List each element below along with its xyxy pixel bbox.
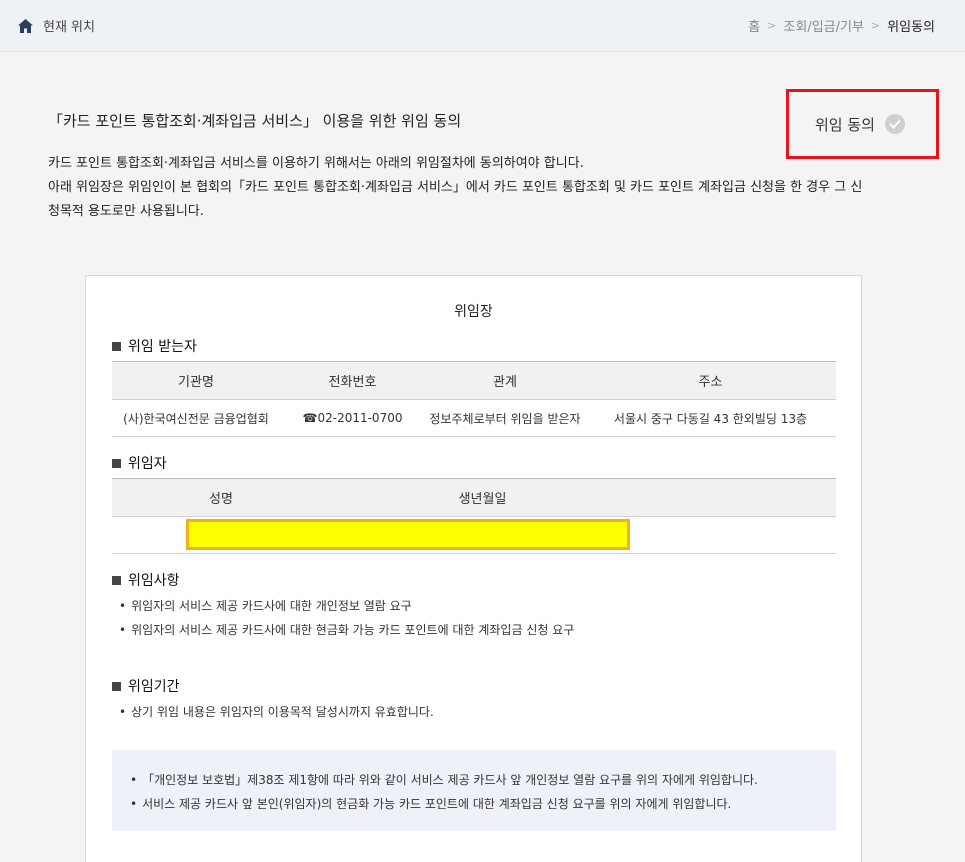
col-header: 관계 — [425, 361, 585, 400]
notice-item: 「개인정보 보호법」제38조 제1항에 따라 위와 같이 서비스 제공 카드사 … — [130, 768, 836, 792]
intro-line: 아래 위임장은 위임인이 본 협회의「카드 포인트 통합조회·계좌입금 서비스」… — [48, 180, 863, 195]
intro-line: 카드 포인트 통합조회·계좌입금 서비스를 이용하기 위해서는 아래의 위임절차… — [48, 156, 584, 171]
breadcrumb: 홈 > 조회/입금/기부 > 위임동의 — [748, 16, 935, 35]
home-icon[interactable] — [18, 18, 33, 33]
matters-heading: 위임사항 — [112, 570, 180, 590]
current-location: 현재 위치 — [18, 16, 95, 35]
cell-empty — [635, 516, 836, 554]
delegator-heading: 위임자 — [112, 453, 167, 473]
cell-address: 서울시 중구 다동길 43 한외빌딩 13층 — [585, 399, 836, 437]
col-header: 성명 — [112, 478, 330, 517]
check-circle-icon[interactable] — [884, 114, 905, 134]
col-header-empty — [635, 478, 836, 517]
matters-heading-label: 위임사항 — [128, 573, 180, 589]
notice-box: 「개인정보 보호법」제38조 제1항에 따라 위와 같이 서비스 제공 카드사 … — [112, 750, 836, 831]
list-item: 위임자의 서비스 제공 카드사에 대한 개인정보 열람 요구 — [119, 594, 574, 618]
list-item: 위임자의 서비스 제공 카드사에 대한 현금화 가능 카드 포인트에 대한 계좌… — [119, 618, 574, 642]
delegatee-heading-label: 위임 받는자 — [128, 339, 197, 355]
list-item: 상기 위임 내용은 위임자의 이용목적 달성시까지 유효합니다. — [119, 700, 434, 724]
consent-label[interactable]: 위임 동의 — [815, 114, 875, 135]
redaction-highlight — [186, 519, 630, 550]
period-heading: 위임기간 — [112, 676, 180, 696]
breadcrumb-inquiry[interactable]: 조회/입금/기부 — [783, 16, 864, 35]
delegatee-heading: 위임 받는자 — [112, 336, 197, 356]
period-heading-label: 위임기간 — [128, 679, 180, 695]
matters-list: 위임자의 서비스 제공 카드사에 대한 개인정보 열람 요구 위임자의 서비스 … — [119, 594, 574, 642]
delegatee-table: 기관명 전화번호 관계 주소 (사)한국여신전문 금융업협회 ☎02-2011-… — [112, 361, 836, 437]
location-label: 현재 위치 — [43, 20, 95, 35]
period-list: 상기 위임 내용은 위임자의 이용목적 달성시까지 유효합니다. — [119, 700, 434, 724]
breadcrumb-current: 위임동의 — [887, 20, 935, 35]
cell-relation: 정보주체로부터 위임을 받은자 — [425, 399, 585, 437]
breadcrumb-separator: > — [767, 19, 777, 32]
power-of-attorney-card: 위임장 위임 받는자 기관명 전화번호 관계 주소 (사)한국여신전문 금융업협… — [85, 275, 862, 862]
consent-toggle[interactable]: 위임 동의 — [786, 89, 939, 159]
square-bullet-icon — [112, 681, 121, 691]
col-header: 생년월일 — [330, 478, 635, 517]
col-header: 기관명 — [112, 361, 280, 400]
col-header: 전화번호 — [280, 361, 425, 400]
table-row: (사)한국여신전문 금융업협회 ☎02-2011-0700 정보주체로부터 위임… — [112, 399, 836, 437]
card-title: 위임장 — [454, 304, 493, 320]
cell-org: (사)한국여신전문 금융업협회 — [112, 399, 280, 437]
intro-line: 청목적 용도로만 사용됩니다. — [48, 204, 204, 219]
delegator-heading-label: 위임자 — [128, 456, 167, 472]
cell-phone: ☎02-2011-0700 — [280, 399, 425, 437]
notice-item: 서비스 제공 카드사 앞 본인(위임자)의 현금화 가능 카드 포인트에 대한 … — [130, 792, 836, 816]
breadcrumb-separator: > — [870, 19, 881, 32]
breadcrumb-home[interactable]: 홈 — [748, 16, 760, 35]
page-title: 「카드 포인트 통합조회·계좌입금 서비스」 이용을 위한 위임 동의 — [48, 112, 462, 130]
square-bullet-icon — [112, 341, 121, 351]
square-bullet-icon — [112, 458, 121, 468]
col-header: 주소 — [585, 361, 836, 400]
intro-text: 카드 포인트 통합조회·계좌입금 서비스를 이용하기 위해서는 아래의 위임절차… — [48, 152, 908, 224]
square-bullet-icon — [112, 575, 121, 585]
top-location-bar: 현재 위치 홈 > 조회/입금/기부 > 위임동의 — [0, 0, 965, 52]
